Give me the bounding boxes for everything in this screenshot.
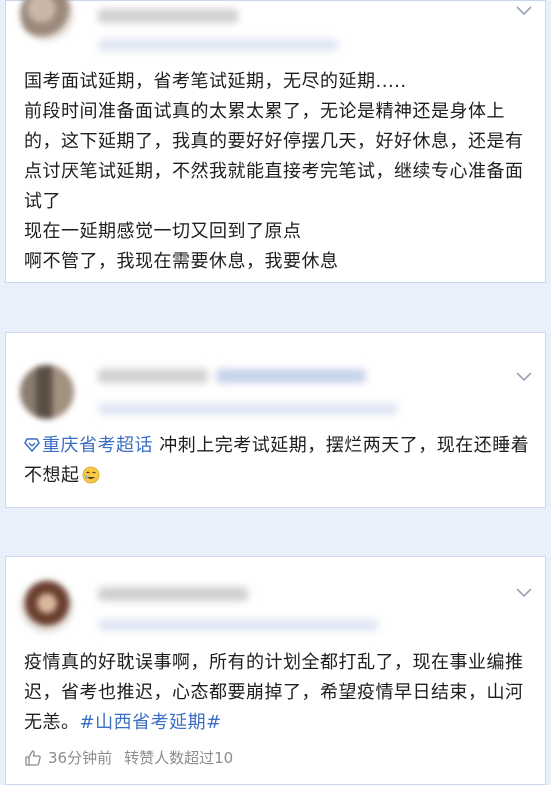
post-footer: 36分钟前 转赞人数超过10 xyxy=(24,747,233,768)
blurred-meta xyxy=(98,403,398,415)
post-line: 现在一延期感觉一切又回到了原点 xyxy=(24,221,302,242)
blurred-meta xyxy=(98,619,378,631)
diamond-icon xyxy=(24,438,40,452)
chevron-down-icon[interactable] xyxy=(515,5,533,17)
post-card-1[interactable]: 国考面试延期，省考笔试延期，无尽的延期..... 前段时间准备面试真的太累太累了… xyxy=(5,0,546,283)
post-card-2[interactable]: 重庆省考超话 冲刺上完考试延期，摆烂两天了，现在还睡着不想起 xyxy=(5,332,546,508)
blurred-username xyxy=(98,9,238,23)
post-card-3[interactable]: 疫情真的好耽误事啊，所有的计划全都打乱了，现在事业编推迟，省考也推迟，心态都要崩… xyxy=(5,556,546,785)
repost-stat: 转赞人数超过10 xyxy=(124,749,234,767)
chevron-down-icon[interactable] xyxy=(515,587,533,599)
avatar[interactable] xyxy=(20,0,74,41)
post-line: 啊不管了，我现在需要休息，我要休息 xyxy=(24,251,339,272)
blurred-badge xyxy=(216,369,366,383)
post-line: 前段时间准备面试真的太累太累了，无论是精神还是身体上的，这下延期了，我真的要好好… xyxy=(24,101,524,212)
blurred-username xyxy=(98,369,208,383)
post-text: 疫情真的好耽误事啊，所有的计划全都打乱了，现在事业编推迟，省考也推迟，心态都要崩… xyxy=(24,648,531,738)
hashtag-link[interactable]: #山西省考延期# xyxy=(80,712,222,733)
thumbs-up-icon[interactable] xyxy=(24,749,42,767)
avatar[interactable] xyxy=(20,365,74,419)
avatar[interactable] xyxy=(20,579,74,633)
post-line: 国考面试延期，省考笔试延期，无尽的延期..... xyxy=(24,71,407,92)
blurred-username xyxy=(98,587,248,601)
chevron-down-icon[interactable] xyxy=(515,371,533,383)
super-topic-link[interactable]: 重庆省考超话 xyxy=(24,435,153,456)
blurred-meta xyxy=(98,39,338,51)
post-text: 国考面试延期，省考笔试延期，无尽的延期..... 前段时间准备面试真的太累太累了… xyxy=(24,67,531,277)
super-topic-label: 重庆省考超话 xyxy=(42,435,153,456)
post-text: 重庆省考超话 冲刺上完考试延期，摆烂两天了，现在还睡着不想起 xyxy=(24,431,531,491)
post-time: 36分钟前 xyxy=(48,749,113,767)
smiling-with-tear-icon xyxy=(82,466,99,484)
